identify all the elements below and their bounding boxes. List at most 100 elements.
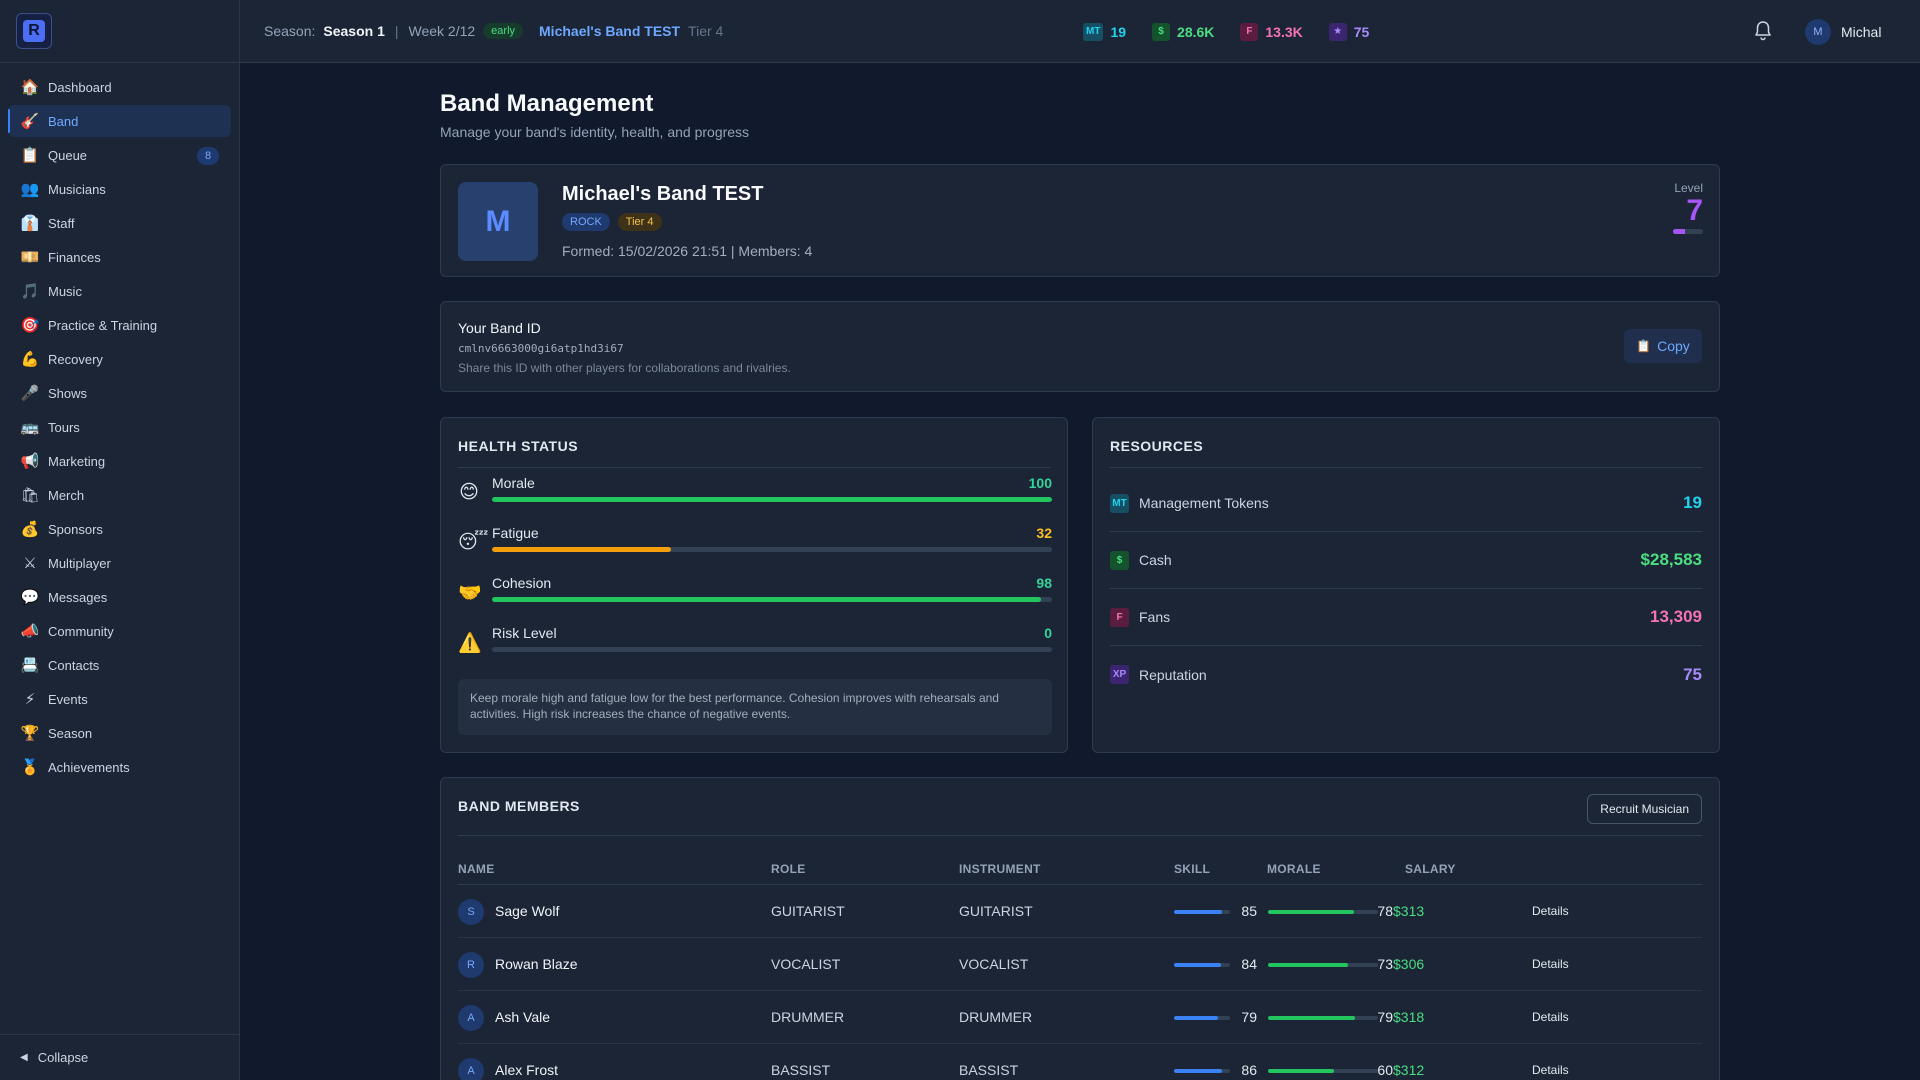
column-header-morale[interactable]: MORALE	[1267, 862, 1321, 876]
resource-label: Management Tokens	[1139, 495, 1269, 511]
level-value: 7	[1686, 194, 1703, 227]
table-row: R Rowan Blaze VOCALIST VOCALIST 84 73 $306 Deta…	[458, 938, 1702, 991]
sidebar-item-tours[interactable]: 🚌 Tours	[8, 411, 231, 443]
band-name: Michael's Band TEST	[562, 183, 764, 205]
member-avatar: R	[458, 952, 484, 978]
people-icon: 👥	[20, 180, 40, 198]
cash-icon: $	[1152, 22, 1171, 41]
sidebar-item-messages[interactable]: 💬 Messages	[8, 581, 231, 613]
main-content: Band Management Manage your band's ident…	[440, 63, 1720, 1080]
tier-label: Tier 4	[688, 23, 724, 39]
column-header-role[interactable]: ROLE	[771, 862, 806, 876]
band-id-value: cmlnv6663000gi6atp1hd3i67	[458, 342, 624, 355]
fans-icon: F	[1240, 22, 1259, 41]
details-link[interactable]: Details	[1532, 1063, 1569, 1077]
sidebar-item-music[interactable]: 🎵 Music	[8, 275, 231, 307]
sidebar-item-contacts[interactable]: 📇 Contacts	[8, 649, 231, 681]
sidebar-item-multiplayer[interactable]: ⚔ Multiplayer	[8, 547, 231, 579]
app-logo-mark: R	[23, 20, 45, 42]
band-id-title: Your Band ID	[458, 320, 541, 336]
member-instrument: DRUMMER	[959, 1009, 1033, 1025]
band-name-link[interactable]: Michael's Band TEST	[539, 23, 680, 39]
sidebar-item-label: Recovery	[48, 351, 103, 367]
sidebar-item-musicians[interactable]: 👥 Musicians	[8, 173, 231, 205]
resource-reputation: XP Reputation 75	[1110, 646, 1702, 703]
medal-icon: 🏅	[20, 758, 40, 776]
column-header-salary[interactable]: SALARY	[1405, 862, 1456, 876]
sidebar-item-sponsors[interactable]: 💰 Sponsors	[8, 513, 231, 545]
details-link[interactable]: Details	[1532, 957, 1569, 971]
sidebar-item-queue[interactable]: 📋 Queue 8	[8, 139, 231, 171]
sidebar-item-band[interactable]: 🎸 Band	[8, 105, 231, 137]
member-role: VOCALIST	[771, 956, 841, 972]
sidebar-item-label: Events	[48, 691, 88, 707]
user-menu[interactable]: M Michal	[1805, 19, 1881, 45]
sidebar-item-label: Band	[48, 113, 79, 129]
sidebar-item-events[interactable]: ⚡ Events	[8, 683, 231, 715]
sidebar-item-shows[interactable]: 🎤 Shows	[8, 377, 231, 409]
sidebar-item-staff[interactable]: 👔 Staff	[8, 207, 231, 239]
loudspeaker-icon: 📣	[20, 622, 40, 640]
resource-cash: $ Cash $28,583	[1110, 532, 1702, 589]
member-name: Rowan Blaze	[495, 956, 578, 972]
bus-icon: 🚌	[20, 418, 40, 436]
bell-icon[interactable]	[1753, 20, 1773, 42]
sleepy-face-icon: 😴	[458, 532, 489, 553]
table-row: S Sage Wolf GUITARIST GUITARIST 85 78 $313 Deta…	[458, 885, 1702, 938]
sidebar-item-finances[interactable]: 💴 Finances	[8, 241, 231, 273]
top-stat-management-tokens: MT 19	[1083, 22, 1126, 41]
page-subtitle: Manage your band's identity, health, and…	[440, 124, 750, 140]
trophy-icon: 🏆	[20, 724, 40, 742]
sidebar-item-label: Community	[48, 623, 114, 639]
sidebar-item-label: Staff	[48, 215, 75, 231]
sidebar-item-label: Achievements	[48, 759, 130, 775]
card-index-icon: 📇	[20, 656, 40, 674]
app-logo[interactable]: R	[16, 13, 52, 49]
necktie-icon: 👔	[20, 214, 40, 232]
page-title: Band Management	[440, 90, 654, 117]
phase-badge: early	[483, 23, 524, 39]
resource-value: $28,583	[1640, 550, 1702, 569]
resource-value: 19	[1683, 493, 1702, 512]
speech-bubble-icon: 💬	[20, 588, 40, 606]
collapse-button[interactable]: ◀ Collapse	[0, 1034, 240, 1080]
megaphone-icon: 📢	[20, 452, 40, 470]
sidebar-item-marketing[interactable]: 📢 Marketing	[8, 445, 231, 477]
skill-bar-fill	[1174, 1069, 1223, 1073]
sidebar-item-label: Dashboard	[48, 79, 112, 95]
sidebar-item-label: Season	[48, 725, 93, 741]
column-header-instrument[interactable]: INSTRUMENT	[959, 862, 1041, 876]
sidebar-item-label: Merch	[48, 487, 85, 503]
management-tokens-icon: MT	[1083, 22, 1104, 41]
sidebar-item-label: Contacts	[48, 657, 100, 673]
sidebar-item-achievements[interactable]: 🏅 Achievements	[8, 751, 231, 783]
sidebar-item-dashboard[interactable]: 🏠 Dashboard	[8, 71, 231, 103]
sidebar-item-practice-training[interactable]: 🎯 Practice & Training	[8, 309, 231, 341]
sidebar-item-label: Multiplayer	[48, 555, 111, 571]
details-link[interactable]: Details	[1532, 904, 1569, 918]
recruit-musician-button[interactable]: Recruit Musician	[1587, 794, 1702, 824]
metric-value: 32	[1036, 525, 1052, 541]
clipboard-icon: 📋	[20, 146, 40, 164]
user-avatar: M	[1805, 19, 1831, 45]
details-link[interactable]: Details	[1532, 1010, 1569, 1024]
sidebar-item-season[interactable]: 🏆 Season	[8, 717, 231, 749]
copy-button[interactable]: 📋 Copy	[1624, 329, 1702, 363]
health-title: HEALTH STATUS	[458, 438, 579, 454]
sidebar-item-merch[interactable]: 🛍 Merch	[8, 479, 231, 511]
sidebar-item-recovery[interactable]: 💪 Recovery	[8, 343, 231, 375]
column-header-name[interactable]: NAME	[458, 862, 495, 876]
skill-bar-fill	[1174, 910, 1222, 914]
morale-bar-fill	[1268, 1016, 1355, 1020]
banknote-icon: 💴	[20, 248, 40, 266]
metric-risk-level: ⚠️ Risk Level 0	[458, 625, 1052, 665]
music-note-icon: 🎵	[20, 282, 40, 300]
lightning-icon: ⚡	[24, 690, 36, 708]
column-header-skill[interactable]: SKILL	[1174, 862, 1210, 876]
metric-bar	[492, 647, 1052, 652]
level-label: Level	[1674, 181, 1703, 195]
smiling-face-icon: 😊	[459, 482, 479, 503]
sidebar-item-community[interactable]: 📣 Community	[8, 615, 231, 647]
resources-card: RESOURCES MT Management Tokens 19 $ Cash $28,…	[1092, 417, 1720, 753]
collapse-label: Collapse	[37, 1050, 89, 1065]
